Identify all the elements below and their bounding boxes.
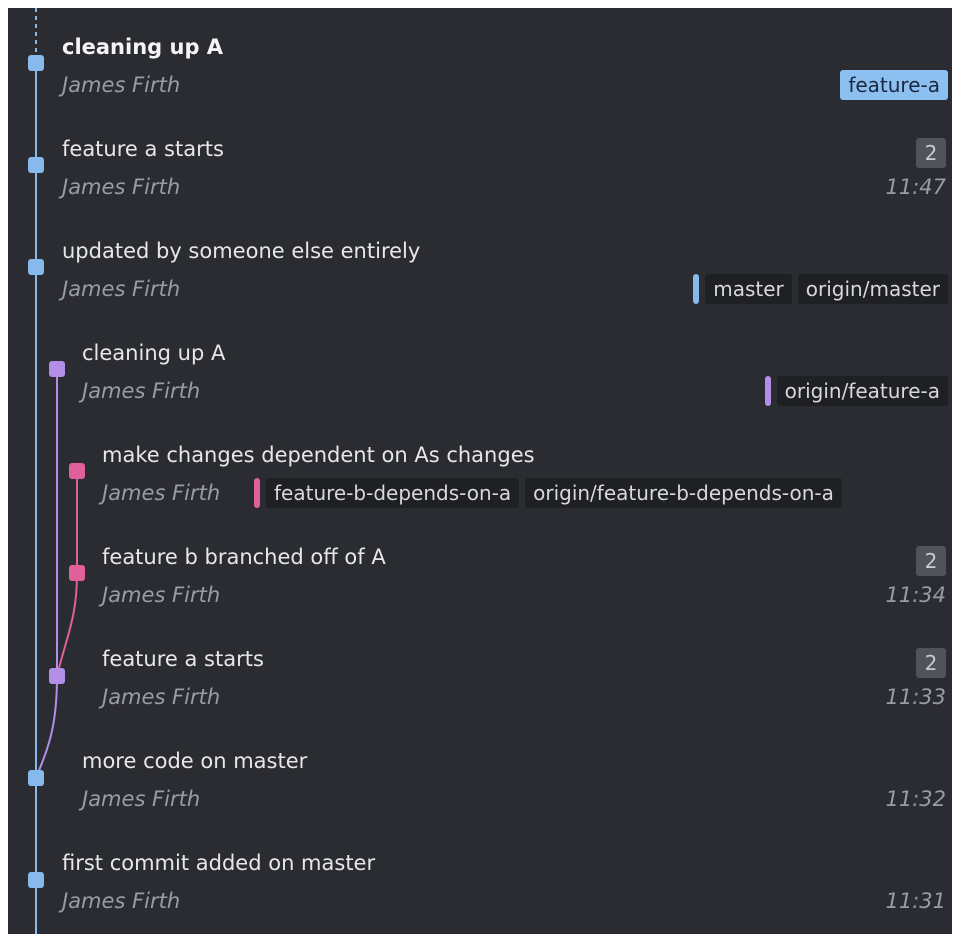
commit-author: James Firth bbox=[102, 583, 221, 607]
commit-author: James Firth bbox=[62, 277, 181, 301]
commit-subject: feature a starts bbox=[62, 137, 224, 161]
commit-subject: feature a starts bbox=[102, 647, 264, 671]
commit-author: James Firth bbox=[62, 73, 181, 97]
commit-count-badge: 2 bbox=[916, 546, 946, 576]
branch-tag[interactable]: feature-b-depends-on-a bbox=[266, 478, 520, 508]
branch-tag[interactable]: master bbox=[705, 274, 792, 304]
commit-author: James Firth bbox=[102, 481, 221, 505]
commit-row[interactable]: feature b branched off of A James Firth … bbox=[8, 524, 952, 624]
ref-labels: origin/feature-a bbox=[764, 376, 948, 406]
commit-subject: more code on master bbox=[82, 749, 308, 773]
commit-author: James Firth bbox=[82, 379, 201, 403]
branch-color-marker bbox=[764, 376, 771, 406]
remote-branch-tag[interactable]: origin/feature-b-depends-on-a bbox=[525, 478, 842, 508]
commit-row[interactable]: more code on master James Firth 11:32 bbox=[8, 728, 952, 828]
commit-subject: first commit added on master bbox=[62, 851, 376, 875]
commit-row[interactable]: make changes dependent on As changes Jam… bbox=[8, 422, 952, 522]
commit-row[interactable]: cleaning up A James Firth feature-a bbox=[8, 14, 952, 114]
commit-subject: feature b branched off of A bbox=[102, 545, 386, 569]
branch-color-marker bbox=[693, 274, 700, 304]
commit-author: James Firth bbox=[62, 889, 181, 913]
ref-labels: feature-a bbox=[840, 70, 948, 100]
commit-time: 11:47 bbox=[885, 175, 946, 199]
commit-subject: cleaning up A bbox=[82, 341, 226, 365]
commit-subject: cleaning up A bbox=[62, 35, 224, 59]
remote-branch-tag[interactable]: origin/master bbox=[797, 274, 948, 304]
commit-history-panel: cleaning up A James Firth feature-a feat… bbox=[8, 8, 952, 934]
commit-count-badge: 2 bbox=[916, 138, 946, 168]
commit-subject: make changes dependent on As changes bbox=[102, 443, 535, 467]
ref-labels: feature-b-depends-on-a origin/feature-b-… bbox=[254, 478, 842, 508]
commit-time: 11:34 bbox=[885, 583, 946, 607]
commit-row[interactable]: first commit added on master James Firth… bbox=[8, 830, 952, 930]
commit-subject: updated by someone else entirely bbox=[62, 239, 421, 263]
commit-time: 11:31 bbox=[885, 889, 946, 913]
commit-author: James Firth bbox=[62, 175, 181, 199]
commit-author: James Firth bbox=[102, 685, 221, 709]
commit-row[interactable]: feature a starts James Firth 2 11:47 bbox=[8, 116, 952, 216]
commit-row[interactable]: updated by someone else entirely James F… bbox=[8, 218, 952, 318]
commit-author: James Firth bbox=[82, 787, 201, 811]
commit-time: 11:32 bbox=[885, 787, 946, 811]
branch-tag[interactable]: feature-a bbox=[840, 70, 948, 100]
branch-color-marker bbox=[254, 478, 260, 508]
commit-time: 11:33 bbox=[885, 685, 946, 709]
ref-labels: master origin/master bbox=[693, 274, 948, 304]
commit-count-badge: 2 bbox=[916, 648, 946, 678]
commit-row[interactable]: cleaning up A James Firth origin/feature… bbox=[8, 320, 952, 420]
remote-branch-tag[interactable]: origin/feature-a bbox=[776, 376, 948, 406]
commit-row[interactable]: feature a starts James Firth 2 11:33 bbox=[8, 626, 952, 726]
